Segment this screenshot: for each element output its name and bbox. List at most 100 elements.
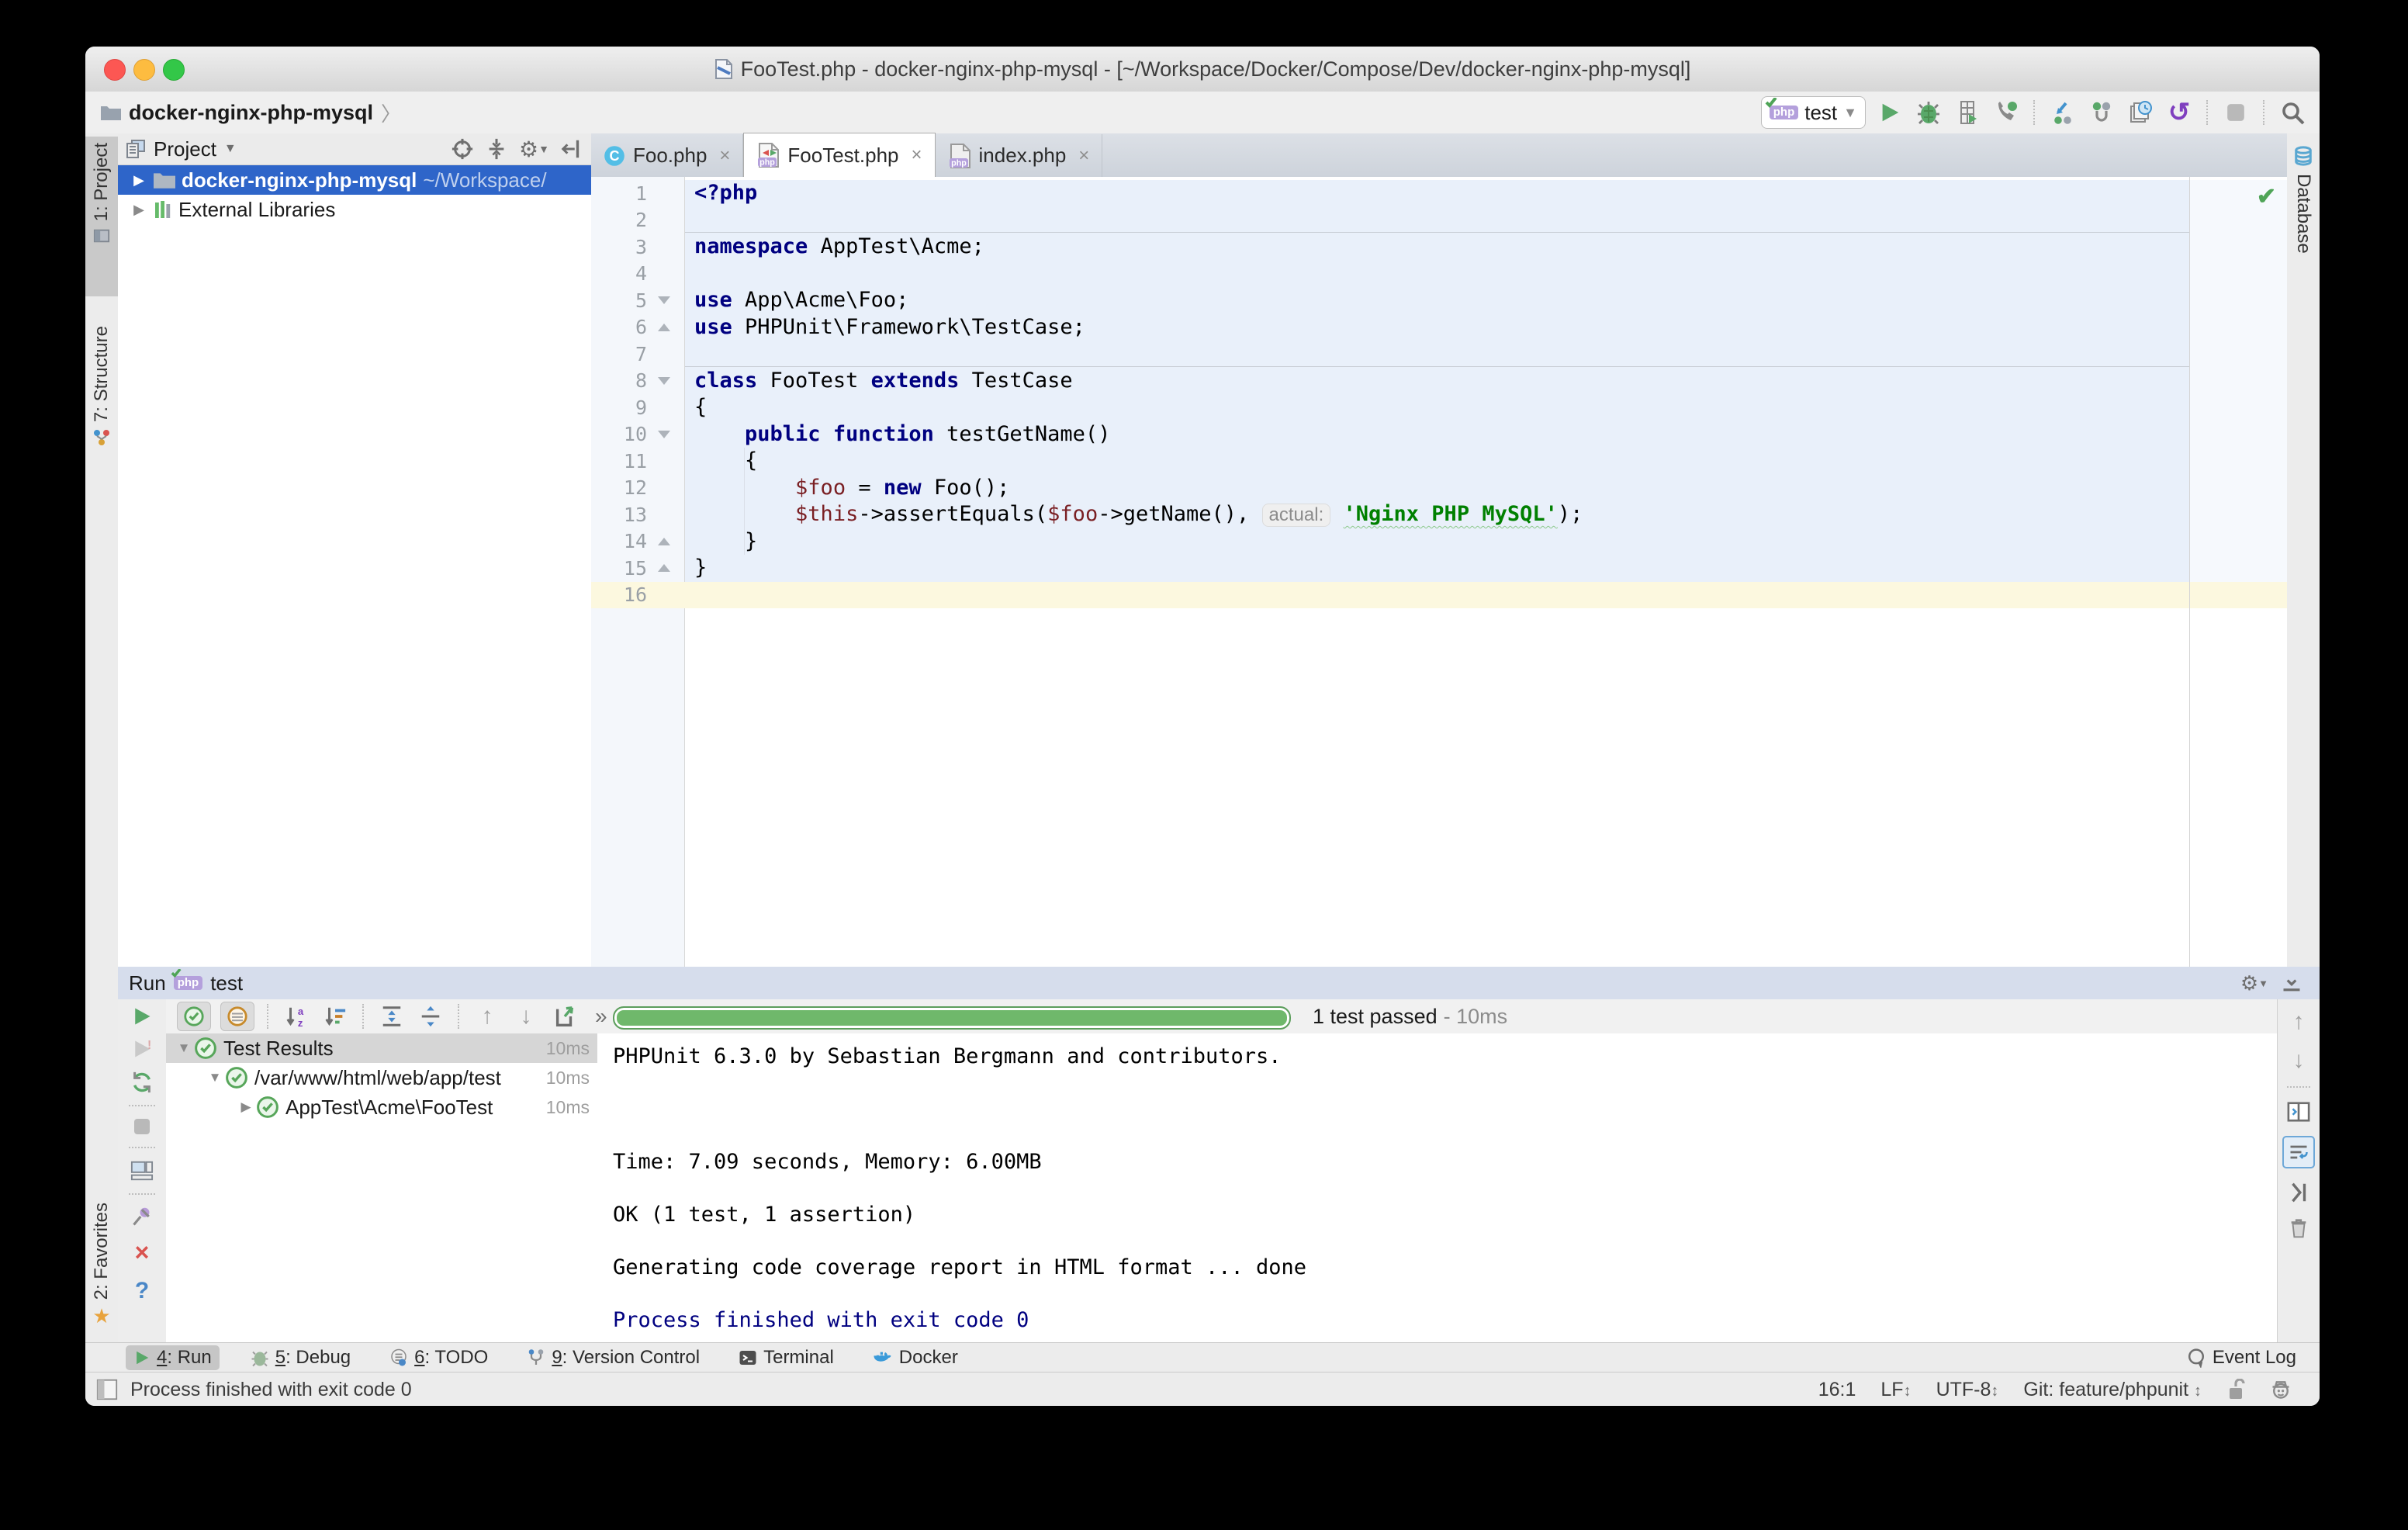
test-tree-row-class[interactable]: ▶ AppTest\Acme\FooTest 10ms: [166, 1092, 597, 1122]
run-button[interactable]: [1875, 98, 1905, 127]
search-everywhere-button[interactable]: [2278, 98, 2307, 127]
toolbar-overflow-chevron[interactable]: »: [595, 1004, 607, 1029]
fold-marker-icon[interactable]: [658, 538, 670, 545]
listen-debug-connections-button[interactable]: [1991, 98, 2021, 127]
code-editor[interactable]: 12345678910111213141516 <?phpnamespace A…: [591, 177, 2287, 967]
toolwindow-terminal-button[interactable]: Terminal: [731, 1345, 842, 1370]
test-results-tree[interactable]: ▼ Test Results 10ms ▼ /var/www/html/web/…: [166, 1033, 598, 1342]
stripe-project-button[interactable]: 1: Project: [85, 137, 118, 296]
vcs-rollback-button[interactable]: ↺: [2164, 98, 2194, 127]
toolwindow-debug-button[interactable]: 5: Debug: [243, 1345, 358, 1370]
fold-marker-icon[interactable]: [658, 377, 670, 385]
gutter-row[interactable]: 9: [591, 394, 684, 421]
export-test-results-button[interactable]: [550, 1002, 580, 1030]
rerun-button[interactable]: [131, 1006, 153, 1027]
hide-panel-icon[interactable]: [560, 137, 583, 161]
test-tree-row-suite[interactable]: ▼ /var/www/html/web/app/test 10ms: [166, 1063, 597, 1092]
code-line[interactable]: }: [694, 528, 2287, 556]
gutter-row[interactable]: 7: [591, 341, 684, 368]
gutter-row[interactable]: 15: [591, 555, 684, 582]
collapse-all-icon[interactable]: [485, 137, 508, 161]
close-button[interactable]: ×: [135, 1238, 150, 1267]
toolwindow-run-button[interactable]: 4: Run: [126, 1345, 220, 1370]
clear-console-button[interactable]: [2287, 1217, 2310, 1240]
toolwindow-todo-button[interactable]: 6: TODO: [382, 1345, 496, 1370]
show-passed-toggle[interactable]: [177, 1002, 211, 1031]
vcs-update-button[interactable]: [2048, 98, 2078, 127]
caret-position-widget[interactable]: 16:1: [1818, 1379, 1856, 1401]
gutter-row[interactable]: 16: [591, 582, 684, 609]
close-tab-icon[interactable]: ×: [907, 144, 922, 166]
gutter-row[interactable]: 13: [591, 501, 684, 528]
code-line[interactable]: $foo = new Foo();: [694, 475, 2287, 502]
project-tree-row-root[interactable]: ▶ docker-nginx-php-mysql ~/Workspace/: [118, 165, 591, 195]
scroll-down-icon[interactable]: ↓: [2293, 1047, 2305, 1074]
project-tree-row-external-libraries[interactable]: ▶ External Libraries: [118, 195, 591, 224]
stripe-favorites-button[interactable]: 2: Favorites ★: [85, 1196, 118, 1356]
gutter-row[interactable]: 12: [591, 475, 684, 502]
stop-button[interactable]: [2221, 98, 2251, 127]
scroll-to-end-button[interactable]: [2287, 1181, 2310, 1204]
lock-icon[interactable]: [2226, 1379, 2245, 1400]
run-with-coverage-button[interactable]: [1953, 98, 1982, 127]
gutter-row[interactable]: 11: [591, 448, 684, 475]
toolwindow-switcher-icon[interactable]: [96, 1379, 118, 1400]
sort-by-duration-button[interactable]: [320, 1002, 350, 1030]
fold-marker-icon[interactable]: [658, 431, 670, 438]
help-button[interactable]: ?: [135, 1278, 149, 1304]
previous-occurrence-button[interactable]: ↑: [472, 1002, 502, 1030]
code-text[interactable]: <?php namespace AppTest\Acme; use App\Acme…: [694, 180, 2287, 608]
stripe-structure-button[interactable]: 7: Structure: [85, 320, 118, 503]
fold-marker-icon[interactable]: [658, 564, 670, 572]
collapse-all-button[interactable]: [416, 1002, 445, 1030]
code-line[interactable]: $this->assertEquals($foo->getName(), act…: [694, 501, 2287, 528]
run-console[interactable]: PHPUnit 6.3.0 by Sebastian Bergmann and …: [597, 1033, 2278, 1342]
gutter-row[interactable]: 14: [591, 528, 684, 556]
code-line[interactable]: class FooTest extends TestCase: [694, 368, 2287, 395]
expander-icon[interactable]: ▶: [130, 202, 147, 218]
inspection-ok-icon[interactable]: ✔: [2257, 183, 2276, 210]
vcs-history-button[interactable]: [2126, 98, 2155, 127]
event-log-widget[interactable]: Event Log: [2186, 1347, 2320, 1369]
vcs-commit-button[interactable]: [2087, 98, 2116, 127]
toolwindow-version-control-button[interactable]: 9: Version Control: [519, 1345, 708, 1370]
expander-icon[interactable]: ▶: [130, 172, 147, 189]
code-line[interactable]: use App\Acme\Foo;: [694, 287, 2287, 314]
code-line[interactable]: [694, 582, 2287, 609]
tab-foo-php[interactable]: C Foo.php ×: [591, 134, 743, 177]
gutter-row[interactable]: 8: [591, 368, 684, 395]
code-line[interactable]: <?php: [694, 180, 2287, 207]
expander-icon[interactable]: ▼: [174, 1040, 194, 1056]
stop-button[interactable]: [133, 1117, 151, 1136]
scroll-up-icon[interactable]: ↑: [2293, 1009, 2305, 1035]
gutter-row[interactable]: 5: [591, 287, 684, 314]
next-occurrence-button[interactable]: ↓: [511, 1002, 541, 1030]
fold-marker-icon[interactable]: [658, 324, 670, 331]
gutter-row[interactable]: 2: [591, 207, 684, 234]
show-ignored-toggle[interactable]: [220, 1002, 254, 1031]
hector-inspections-icon[interactable]: [2270, 1379, 2292, 1400]
expander-icon[interactable]: ▼: [205, 1070, 225, 1085]
expander-icon[interactable]: ▶: [236, 1099, 256, 1115]
code-line[interactable]: [694, 261, 2287, 288]
code-line[interactable]: }: [694, 555, 2287, 582]
gutter-row[interactable]: 3: [591, 234, 684, 261]
code-line[interactable]: [694, 207, 2287, 234]
breadcrumb[interactable]: docker-nginx-php-mysql 〉: [85, 99, 401, 127]
locate-file-icon[interactable]: [451, 137, 474, 161]
toolwindow-docker-button[interactable]: Docker: [865, 1345, 966, 1370]
sort-alphabetically-button[interactable]: az: [282, 1002, 311, 1030]
code-line[interactable]: namespace AppTest\Acme;: [694, 234, 2287, 261]
gutter-row[interactable]: 10: [591, 421, 684, 448]
code-line[interactable]: {: [694, 448, 2287, 475]
gutter[interactable]: 12345678910111213141516: [591, 180, 684, 608]
chevron-down-icon[interactable]: ▼: [224, 142, 237, 156]
gutter-row[interactable]: 1: [591, 180, 684, 207]
pin-tab-button[interactable]: [131, 1206, 153, 1227]
status-message[interactable]: Process finished with exit code 0: [130, 1379, 412, 1401]
code-line[interactable]: public function testGetName(): [694, 421, 2287, 448]
gear-icon[interactable]: ⚙▼: [2240, 971, 2268, 995]
expand-all-button[interactable]: [377, 1002, 407, 1030]
tab-footest-php[interactable]: php FooTest.php ×: [743, 133, 935, 177]
close-tab-icon[interactable]: ×: [714, 145, 730, 167]
